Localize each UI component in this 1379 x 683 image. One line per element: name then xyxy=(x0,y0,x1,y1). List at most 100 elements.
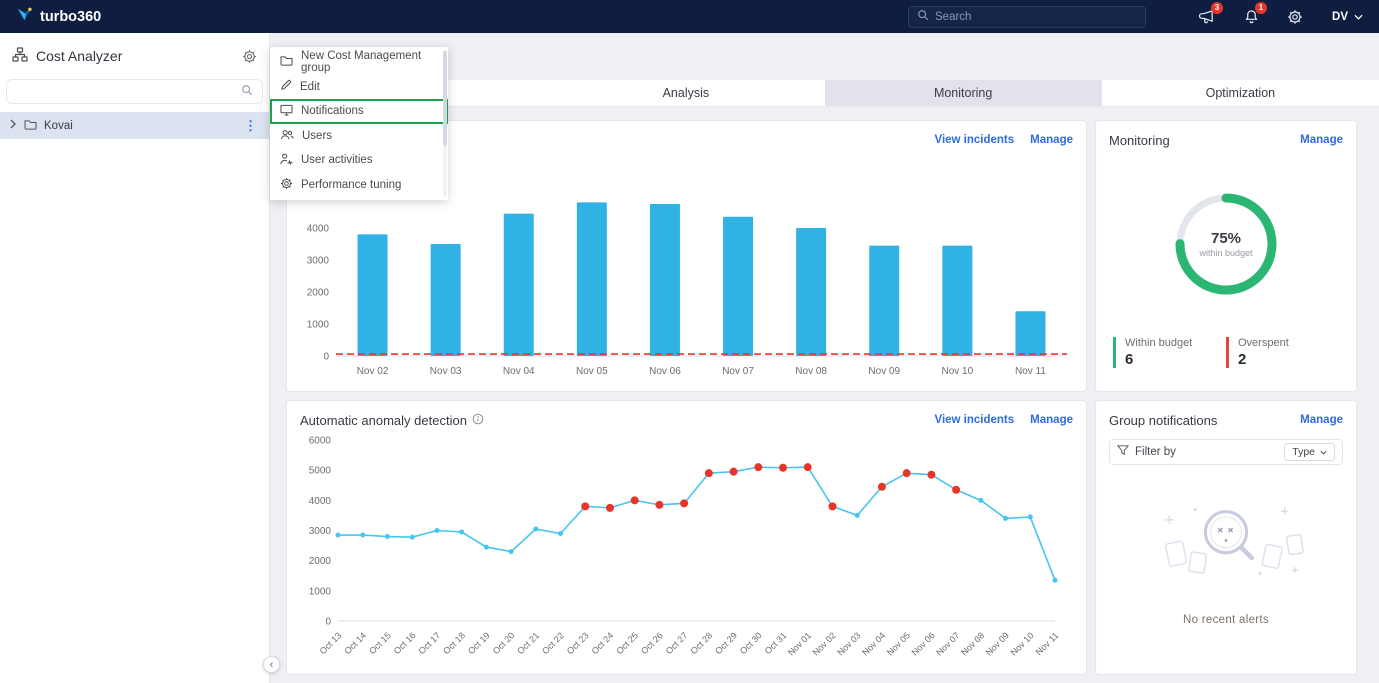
monitoring-card: Monitoring Manage 75%within budget Withi… xyxy=(1095,120,1357,392)
chevron-right-icon[interactable] xyxy=(9,119,17,132)
svg-text:Oct 14: Oct 14 xyxy=(342,630,368,656)
menu-scrollbar-thumb[interactable] xyxy=(443,51,447,146)
svg-text:Oct 18: Oct 18 xyxy=(441,630,467,656)
svg-text:2000: 2000 xyxy=(309,556,332,567)
svg-text:Nov 10: Nov 10 xyxy=(942,366,974,377)
global-search-input[interactable] xyxy=(935,11,1137,23)
sidebar-search[interactable] xyxy=(6,79,263,104)
sidebar-collapse-button[interactable]: ‹ xyxy=(263,656,280,673)
svg-text:0: 0 xyxy=(323,352,329,363)
tab-monitoring[interactable]: Monitoring xyxy=(825,80,1102,106)
announcements-icon[interactable]: 3 xyxy=(1198,8,1216,26)
sidebar-search-input[interactable] xyxy=(16,86,241,98)
group-notifications-card: Group notifications Manage Filter by Typ… xyxy=(1095,400,1357,675)
manage-link[interactable]: Manage xyxy=(1030,134,1073,146)
svg-text:Nov 11: Nov 11 xyxy=(1034,630,1061,657)
svg-text:Oct 27: Oct 27 xyxy=(664,630,690,656)
svg-text:Nov 02: Nov 02 xyxy=(811,630,838,657)
svg-text:Nov 04: Nov 04 xyxy=(503,366,535,377)
tree-item-label: Kovai xyxy=(44,120,234,132)
svg-text:3000: 3000 xyxy=(309,526,332,537)
budget-donut-chart: 75%within budget xyxy=(1109,164,1343,324)
svg-text:Nov 09: Nov 09 xyxy=(868,366,900,377)
context-menu: New Cost Management group Edit Notificat… xyxy=(270,47,448,200)
svg-text:1000: 1000 xyxy=(307,320,330,331)
svg-text:2000: 2000 xyxy=(307,288,330,299)
menu-item-label: Edit xyxy=(300,81,320,93)
menu-item-label: New Cost Management group xyxy=(301,50,438,74)
user-menu[interactable]: DV xyxy=(1332,11,1363,23)
menu-item-label: Notifications xyxy=(301,105,364,117)
manage-link[interactable]: Manage xyxy=(1300,414,1343,426)
monitor-icon xyxy=(280,104,293,119)
svg-text:Nov 10: Nov 10 xyxy=(1008,630,1035,657)
menu-item-new-cost-group[interactable]: New Cost Management group xyxy=(270,50,448,75)
search-icon xyxy=(917,9,929,24)
svg-text:75%: 75% xyxy=(1211,230,1241,247)
svg-text:Nov 05: Nov 05 xyxy=(576,366,608,377)
svg-text:Nov 07: Nov 07 xyxy=(722,366,754,377)
svg-text:Nov 03: Nov 03 xyxy=(835,630,862,657)
info-icon[interactable] xyxy=(472,413,484,428)
view-incidents-link[interactable]: View incidents xyxy=(934,134,1014,146)
svg-text:Nov 08: Nov 08 xyxy=(959,630,986,657)
manage-link[interactable]: Manage xyxy=(1030,414,1073,426)
tab-label: Optimization xyxy=(1206,86,1275,100)
svg-text:5000: 5000 xyxy=(309,466,332,477)
tab-analysis[interactable]: Analysis xyxy=(547,80,824,106)
brand-name: turbo360 xyxy=(40,9,101,25)
menu-item-performance-tuning[interactable]: Performance tuning xyxy=(270,173,448,198)
sidebar-gear-icon[interactable] xyxy=(242,49,257,64)
svg-text:within budget: within budget xyxy=(1198,248,1253,258)
menu-item-edit[interactable]: Edit xyxy=(270,75,448,100)
svg-text:Oct 28: Oct 28 xyxy=(688,630,714,656)
svg-text:Nov 05: Nov 05 xyxy=(885,630,912,657)
svg-text:3000: 3000 xyxy=(307,256,330,267)
svg-text:4000: 4000 xyxy=(307,224,330,235)
svg-text:Oct 20: Oct 20 xyxy=(491,630,517,656)
tab-optimization[interactable]: Optimization xyxy=(1102,80,1379,106)
alerts-badge: 1 xyxy=(1255,2,1267,14)
search-icon xyxy=(241,84,253,99)
funnel-icon xyxy=(1117,445,1129,459)
global-search[interactable] xyxy=(908,6,1146,28)
notifications-filter-row: Filter by Type xyxy=(1109,439,1343,465)
svg-text:Oct 19: Oct 19 xyxy=(466,630,492,656)
monitoring-card-title: Monitoring xyxy=(1109,133,1170,148)
budget-legend: Within budget 6 Overspent 2 xyxy=(1109,337,1343,368)
svg-text:Nov 01: Nov 01 xyxy=(786,630,813,657)
menu-item-users[interactable]: Users xyxy=(270,124,448,149)
notifications-bell-icon[interactable]: 1 xyxy=(1242,8,1260,26)
top-navbar: turbo360 3 1 DV xyxy=(0,0,1379,33)
group-notifications-title: Group notifications xyxy=(1109,413,1217,428)
legend-label: Overspent xyxy=(1238,337,1339,349)
user-initials: DV xyxy=(1332,11,1348,23)
empty-search-illustration xyxy=(1136,489,1316,600)
turbo360-logo-icon xyxy=(16,7,33,26)
menu-item-notifications[interactable]: Notifications xyxy=(270,99,448,124)
users-icon xyxy=(280,129,294,143)
chevron-down-icon xyxy=(1354,11,1363,23)
svg-text:Oct 25: Oct 25 xyxy=(614,630,640,656)
svg-text:Nov 09: Nov 09 xyxy=(984,630,1011,657)
svg-text:Oct 29: Oct 29 xyxy=(713,630,739,656)
type-filter-dropdown[interactable]: Type xyxy=(1284,443,1335,461)
anomaly-line-chart: 0100020003000400050006000Oct 13Oct 14Oct… xyxy=(300,430,1073,665)
pencil-icon xyxy=(280,79,292,94)
menu-item-user-activities[interactable]: User activities xyxy=(270,148,448,173)
svg-text:Oct 24: Oct 24 xyxy=(590,630,616,656)
svg-text:6000: 6000 xyxy=(309,436,332,447)
menu-item-label: User activities xyxy=(301,154,373,166)
svg-text:Oct 15: Oct 15 xyxy=(367,630,393,656)
brand-logo[interactable]: turbo360 xyxy=(16,7,101,26)
type-filter-label: Type xyxy=(1292,446,1315,458)
settings-gear-icon[interactable] xyxy=(1286,8,1304,26)
view-incidents-link[interactable]: View incidents xyxy=(934,414,1014,426)
manage-link[interactable]: Manage xyxy=(1300,134,1343,146)
svg-text:Oct 13: Oct 13 xyxy=(318,630,344,656)
svg-text:Nov 11: Nov 11 xyxy=(1015,366,1046,377)
tree-item-menu-icon[interactable]: ⋮ xyxy=(241,118,260,134)
tree-item-kovai[interactable]: Kovai ⋮ xyxy=(0,112,269,139)
legend-value: 6 xyxy=(1125,351,1226,368)
folder-icon xyxy=(24,119,37,133)
